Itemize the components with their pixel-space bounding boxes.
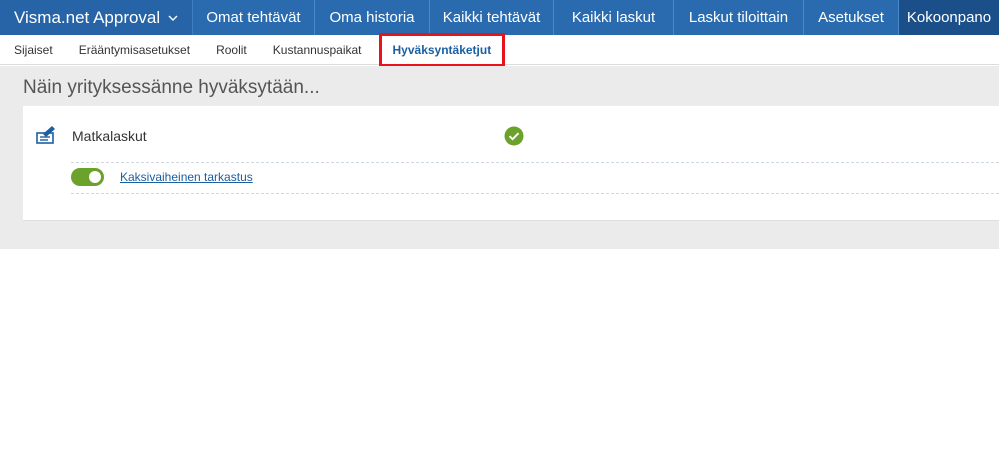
divider xyxy=(71,162,999,163)
two-step-review-toggle[interactable] xyxy=(71,168,104,186)
top-navigation-bar: Visma.net Approval Omat tehtävät Oma his… xyxy=(0,0,999,35)
check-circle-icon xyxy=(504,126,524,146)
nav-asetukset[interactable]: Asetukset xyxy=(804,0,899,35)
tab-hyvaksyntaketjut[interactable]: Hyväksyntäketjut xyxy=(378,32,506,67)
approval-chain-card: Matkalaskut Kaksivaiheinen tarkastus xyxy=(23,106,999,221)
tab-roolit[interactable]: Roolit xyxy=(203,35,260,65)
app-switcher[interactable]: Visma.net Approval xyxy=(0,0,193,35)
card-title: Matkalaskut xyxy=(72,128,147,144)
expense-report-icon xyxy=(35,124,57,146)
tab-sijaiset[interactable]: Sijaiset xyxy=(0,35,66,65)
nav-kaikki-laskut[interactable]: Kaikki laskut xyxy=(554,0,674,35)
nav-kokoonpano[interactable]: Kokoonpano xyxy=(899,0,999,35)
divider xyxy=(71,193,999,194)
nav-omat-tehtavat[interactable]: Omat tehtävät xyxy=(193,0,315,35)
tab-eraantymisasetukset[interactable]: Erääntymisasetukset xyxy=(66,35,203,65)
nav-kaikki-tehtavat[interactable]: Kaikki tehtävät xyxy=(430,0,554,35)
nav-oma-historia[interactable]: Oma historia xyxy=(315,0,430,35)
nav-laskut-tiloittain[interactable]: Laskut tiloittain xyxy=(674,0,804,35)
sub-navigation: Sijaiset Erääntymisasetukset Roolit Kust… xyxy=(0,32,999,67)
toggle-knob xyxy=(89,171,101,183)
two-step-review-link[interactable]: Kaksivaiheinen tarkastus xyxy=(120,170,253,184)
page-title: Näin yrityksessänne hyväksytään... xyxy=(23,77,320,98)
app-title: Visma.net Approval xyxy=(14,7,161,27)
chevron-down-icon xyxy=(162,0,184,35)
tab-kustannuspaikat[interactable]: Kustannuspaikat xyxy=(260,35,375,65)
